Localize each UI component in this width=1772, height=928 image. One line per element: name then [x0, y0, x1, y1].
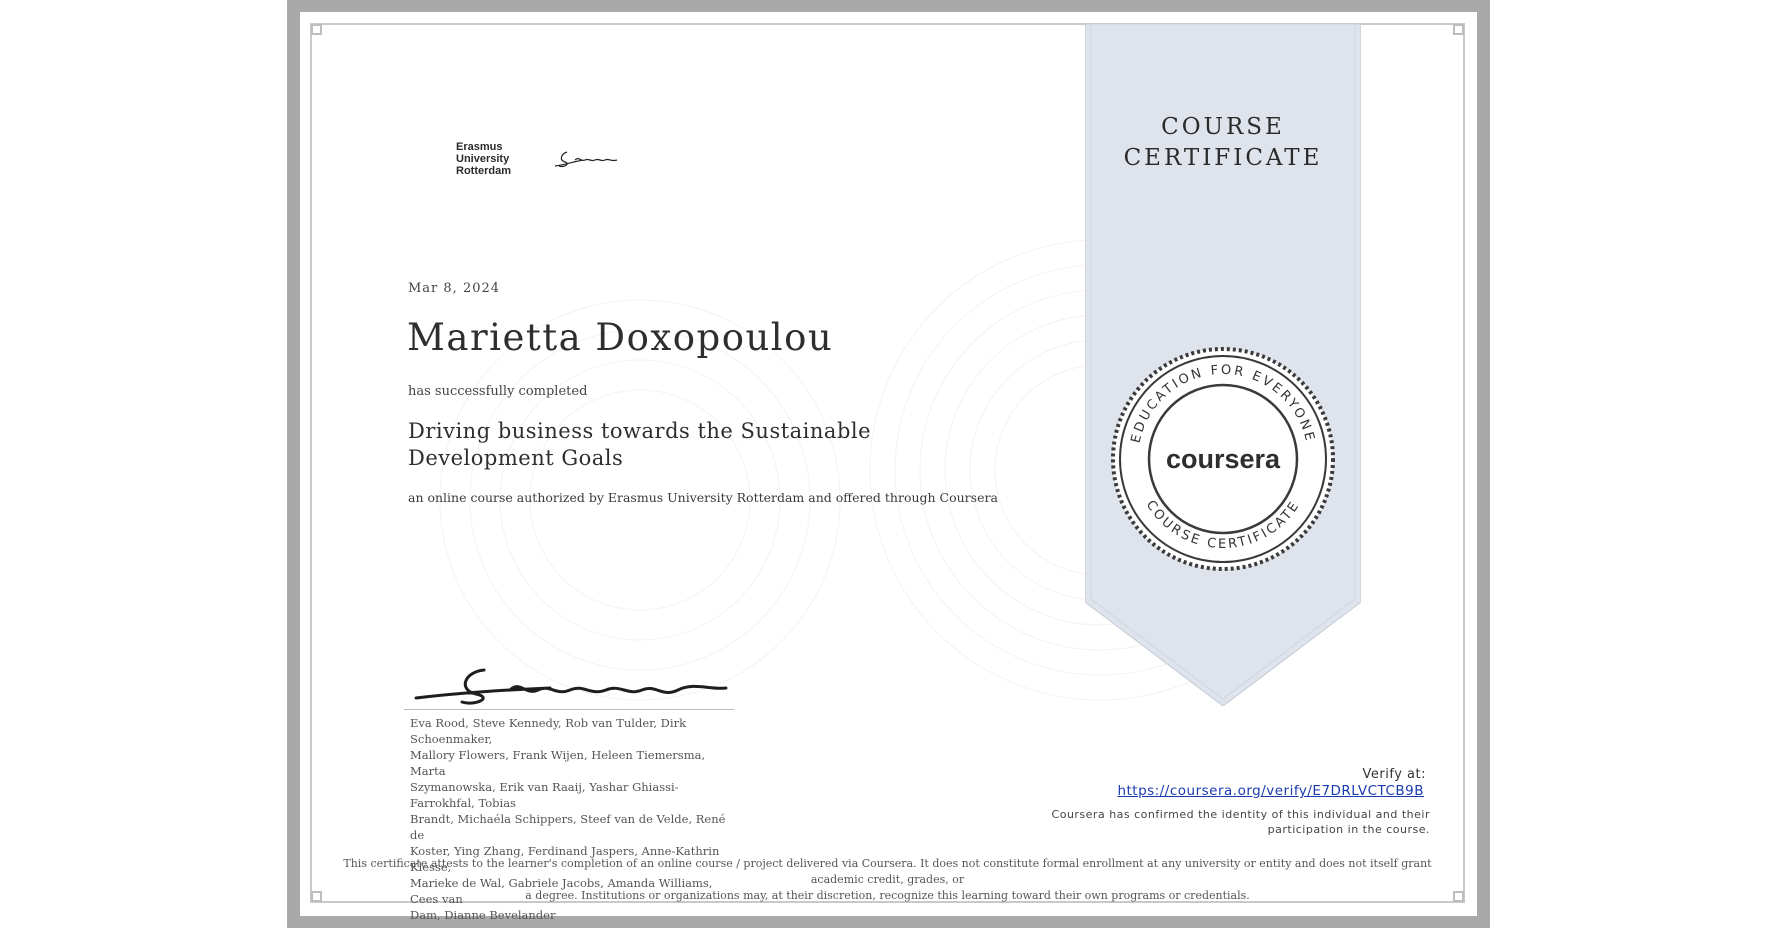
verify-label: Verify at: — [1362, 767, 1426, 782]
course-title: Driving business towards the Sustainable… — [408, 418, 928, 472]
coursera-seal: EDUCATION FOR EVERYONE COURSE CERTIFICAT… — [1111, 347, 1335, 571]
corner-ornament-top-right — [1453, 24, 1464, 35]
seal-brand-text: coursera — [1166, 444, 1281, 474]
erasmus-logo-wordmark: Erasmus University Rotterdam — [456, 141, 511, 177]
logo-line3: Rotterdam — [456, 165, 512, 177]
instructor-line: Eva Rood, Steve Kennedy, Rob van Tulder,… — [410, 716, 687, 746]
recipient-name: Marietta Doxopoulou — [407, 316, 834, 359]
instructor-line: Brandt, Michaéla Schippers, Steef van de… — [410, 812, 726, 842]
authorization-statement: an online course authorized by Erasmus U… — [408, 490, 998, 505]
verify-note-line2: participation in the course. — [1267, 823, 1430, 836]
issue-date: Mar 8, 2024 — [408, 281, 501, 296]
verification-block: Verify at: https://coursera.org/verify/E… — [1030, 767, 1430, 837]
verify-note: Coursera has confirmed the identity of t… — [1030, 807, 1430, 837]
instructor-line: Mallory Flowers, Frank Wijen, Heleen Tie… — [410, 748, 706, 778]
signature-divider — [404, 709, 734, 710]
ribbon-title: COURSE CERTIFICATE — [1085, 112, 1361, 174]
logo-line2: University — [456, 153, 510, 165]
ribbon-title-line2: CERTIFICATE — [1123, 145, 1323, 171]
corner-ornament-bottom-left — [311, 891, 322, 902]
verify-link[interactable]: https://coursera.org/verify/E7DRLVCTCB9B — [1030, 783, 1430, 800]
course-title-line2: Development Goals — [408, 446, 624, 470]
instructor-line: Szymanowska, Erik van Raaij, Yashar Ghia… — [410, 780, 679, 810]
ribbon-title-line1: COURSE — [1161, 114, 1285, 140]
completion-statement: has successfully completed — [408, 384, 588, 399]
course-title-line1: Driving business towards the Sustainable — [408, 419, 872, 443]
disclaimer-line1: This certificate attests to the learner'… — [343, 857, 1432, 886]
disclaimer-line2: a degree. Institutions or organizations … — [525, 889, 1250, 902]
logo-line1: Erasmus — [456, 141, 503, 153]
verify-note-line1: Coursera has confirmed the identity of t… — [1051, 808, 1430, 821]
certificate-disclaimer: This certificate attests to the learner'… — [330, 856, 1445, 904]
corner-ornament-bottom-right — [1453, 891, 1464, 902]
erasmus-signature-logo — [554, 151, 618, 168]
instructor-line: Dam, Dianne Bevelander — [410, 908, 556, 922]
instructor-signature — [414, 668, 728, 705]
corner-ornament-top-left — [311, 24, 322, 35]
